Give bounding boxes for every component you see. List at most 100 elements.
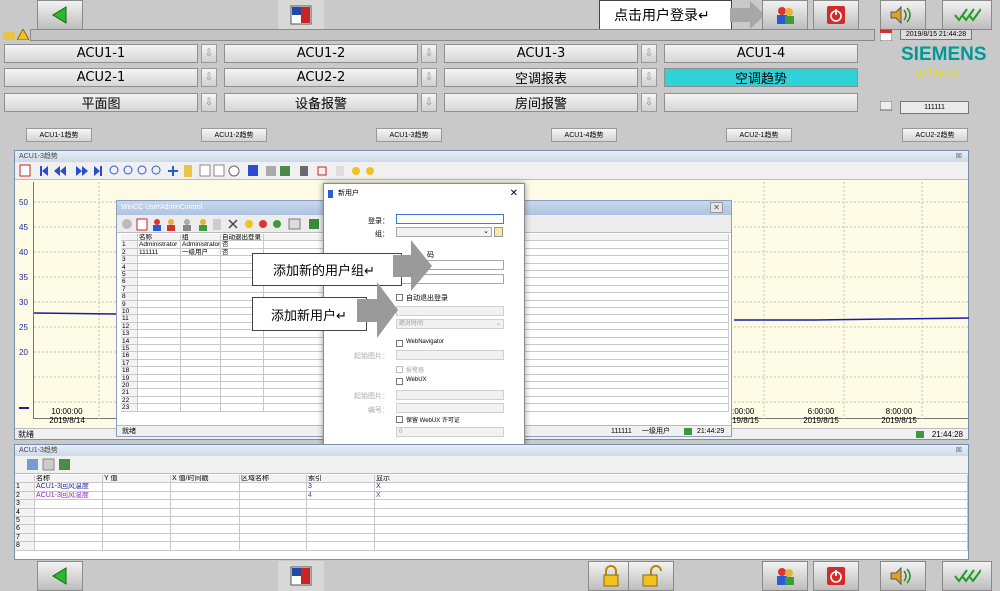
nav-dropdown-icon[interactable]: ⇩ <box>421 93 437 112</box>
start-pic-input[interactable] <box>396 350 504 360</box>
ua-cell <box>181 345 221 353</box>
tt-cell <box>375 508 968 517</box>
group-lock-icon[interactable] <box>494 227 503 237</box>
trend-table-toolbar-icons[interactable] <box>25 457 85 473</box>
bottom-acknowledge-button[interactable] <box>942 561 992 591</box>
lock-icon <box>603 565 619 587</box>
tt-row-number: 8 <box>15 542 35 551</box>
bottom-sound-button[interactable] <box>880 561 926 591</box>
x-tick-date: 2019/8/15 <box>881 416 917 425</box>
bottom-back-button[interactable] <box>37 561 83 591</box>
nav-dropdown-icon[interactable]: ⇩ <box>201 68 217 87</box>
callout-arrow-icon <box>730 1 765 29</box>
bottom-language-button[interactable] <box>278 561 324 591</box>
add-user-callout: 添加新用户↵ <box>252 297 367 331</box>
ua-cell <box>181 271 221 279</box>
tt-cell <box>307 508 375 517</box>
ua-row-number: 14 <box>121 337 138 345</box>
nav-button-row3-1[interactable]: 设备报警 <box>224 93 418 112</box>
ua-row-number: 10 <box>121 308 138 316</box>
folder-icon <box>3 32 15 40</box>
start-pic2-input[interactable] <box>396 390 504 400</box>
tt-cell <box>240 500 307 509</box>
back-button[interactable] <box>37 0 83 30</box>
tt-cell <box>171 483 240 492</box>
nav-dropdown-icon[interactable]: ⇩ <box>201 44 217 63</box>
alarm-checkbox[interactable] <box>396 366 403 373</box>
nav-button-row3-2[interactable]: 房间报警 <box>444 93 638 112</box>
warning-icon <box>17 29 29 40</box>
trend-tab-4[interactable]: ACU2-1趋势 <box>726 128 792 142</box>
group-select[interactable]: ⌄ <box>396 227 492 237</box>
trend-tab-0[interactable]: ACU1-1趋势 <box>26 128 92 142</box>
language-button[interactable] <box>278 0 324 30</box>
license-count-input[interactable]: 0 <box>396 427 504 437</box>
login-input[interactable] <box>396 214 504 224</box>
close-icon[interactable]: ☒ <box>956 151 962 162</box>
y-tick-label: 35 <box>19 273 28 282</box>
nav-button-row1-2[interactable]: ACU1-3 <box>444 44 638 63</box>
webnavigator-checkbox[interactable] <box>396 340 403 347</box>
nav-dropdown-icon[interactable]: ⇩ <box>641 68 657 87</box>
trend-table-close-icon[interactable]: ☒ <box>956 445 962 456</box>
ua-row-number: 21 <box>121 389 138 397</box>
unlock-button[interactable] <box>628 561 674 591</box>
shutdown-button[interactable] <box>813 0 859 30</box>
nav-button-row1-1[interactable]: ACU1-2 <box>224 44 418 63</box>
user-login-button[interactable] <box>762 0 808 30</box>
bottom-user-button[interactable] <box>762 561 808 591</box>
trend-tab-5[interactable]: ACU2-2趋势 <box>902 128 968 142</box>
nav-button-row2-2[interactable]: 空调报表 <box>444 68 638 87</box>
trend-tab-3[interactable]: ACU1-4趋势 <box>551 128 617 142</box>
tt-cell <box>375 542 968 551</box>
trend-table-window: ACU1-3趋势 ☒ 名称 Y 值X 值/时间戳 区域名称 索引 显示 1 ACU1-3回风… <box>14 444 969 560</box>
nav-dropdown-icon[interactable]: ⇩ <box>201 93 217 112</box>
tt-cell <box>103 491 171 501</box>
dialog-close-icon[interactable]: ✕ <box>510 184 518 204</box>
tt-cell: 4 <box>307 491 375 501</box>
tt-header-cell: 名称 <box>35 475 103 484</box>
sound-button[interactable] <box>880 0 926 30</box>
tt-cell <box>171 533 240 543</box>
ua-row-number: 18 <box>121 367 138 375</box>
time-mode-select[interactable]: 绝对时间 ⌄ <box>396 319 504 329</box>
nav-button-row2-1[interactable]: ACU2-2 <box>224 68 418 87</box>
ua-header-corner <box>121 234 138 242</box>
ua-cell <box>138 330 181 338</box>
tt-row-number: 4 <box>15 508 35 517</box>
keep-license-checkbox[interactable] <box>396 416 403 423</box>
ua-cell <box>138 389 181 397</box>
ua-cell <box>138 322 181 331</box>
ua-cell: 111111 <box>138 248 181 257</box>
nav-dropdown-icon[interactable]: ⇩ <box>641 93 657 112</box>
trend-tab-2[interactable]: ACU1-3趋势 <box>376 128 442 142</box>
ua-row-number: 1 <box>121 241 138 249</box>
checkmarks-icon <box>954 8 981 22</box>
nav-button-row1-0[interactable]: ACU1-1 <box>4 44 198 63</box>
auto-logout-minutes[interactable] <box>396 306 504 316</box>
useradmin-close-icon[interactable]: ✕ <box>710 202 723 213</box>
trend-tab-1[interactable]: ACU1-2趋势 <box>201 128 267 142</box>
trend-toolbar-icons[interactable] <box>18 163 378 179</box>
nav-dropdown-icon[interactable]: ⇩ <box>641 44 657 63</box>
webux-checkbox[interactable] <box>396 378 403 385</box>
ua-cell <box>181 352 221 360</box>
bottom-flag-icon <box>290 566 312 586</box>
nav-dropdown-icon[interactable]: ⇩ <box>421 68 437 87</box>
tt-cell <box>240 491 307 501</box>
useradmin-toolbar-icons[interactable] <box>121 216 331 232</box>
nav-dropdown-icon[interactable]: ⇩ <box>421 44 437 63</box>
nav-button-row3-3[interactable] <box>664 93 858 112</box>
number-input[interactable] <box>396 403 504 413</box>
nav-button-row2-3[interactable]: 空调趋势 <box>664 68 858 87</box>
tt-cell <box>307 542 375 551</box>
ua-cell <box>181 374 221 382</box>
nav-button-row2-0[interactable]: ACU2-1 <box>4 68 198 87</box>
ua-status-icon <box>684 428 692 435</box>
tt-cell <box>240 525 307 534</box>
tt-cell <box>171 508 240 517</box>
nav-button-row1-3[interactable]: ACU1-4 <box>664 44 858 63</box>
acknowledge-button[interactable] <box>942 0 992 30</box>
nav-button-row3-0[interactable]: 平面图 <box>4 93 198 112</box>
bottom-shutdown-button[interactable] <box>813 561 859 591</box>
